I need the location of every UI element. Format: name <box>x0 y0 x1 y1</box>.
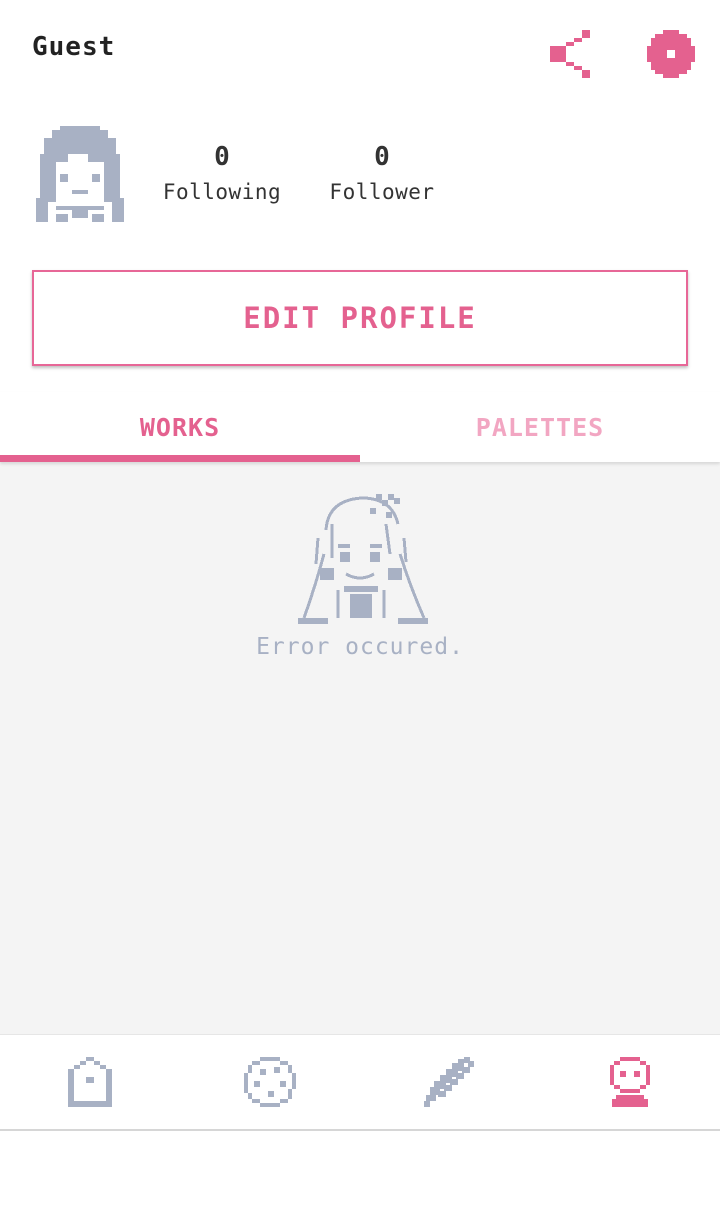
app-header: Guest <box>0 0 720 100</box>
follower-label: Follower <box>329 180 435 204</box>
home-icon <box>68 1057 112 1107</box>
error-illustration <box>298 494 428 626</box>
avatar[interactable] <box>36 125 124 223</box>
nav-draw[interactable] <box>360 1035 540 1129</box>
nav-home[interactable] <box>0 1035 180 1129</box>
pixel-avatar-icon <box>36 126 124 222</box>
tab-palettes[interactable]: PALETTES <box>360 392 720 462</box>
palette-icon <box>244 1057 296 1107</box>
nav-palettes[interactable] <box>180 1035 360 1129</box>
works-content: Error occured. <box>0 462 720 1034</box>
gear-icon <box>647 30 695 78</box>
share-button[interactable] <box>546 28 598 80</box>
following-stat[interactable]: 0 Following <box>152 140 292 204</box>
share-icon <box>550 30 590 78</box>
settings-button[interactable] <box>645 28 697 80</box>
error-message: Error occured. <box>256 634 464 660</box>
nav-profile[interactable] <box>540 1035 720 1129</box>
profile-icon <box>610 1057 650 1107</box>
edit-profile-button[interactable]: EDIT PROFILE <box>32 270 688 366</box>
follower-stat[interactable]: 0 Follower <box>312 140 452 204</box>
pencil-icon <box>424 1057 474 1107</box>
bottom-navigation <box>0 1034 720 1131</box>
tab-works[interactable]: WORKS <box>0 392 360 462</box>
page-title: Guest <box>32 32 116 62</box>
active-tab-indicator <box>0 455 360 462</box>
tab-bar: WORKS PALETTES <box>0 392 720 462</box>
follower-count: 0 <box>374 142 390 172</box>
broken-character-icon <box>298 494 428 624</box>
following-count: 0 <box>214 142 230 172</box>
following-label: Following <box>162 180 282 204</box>
